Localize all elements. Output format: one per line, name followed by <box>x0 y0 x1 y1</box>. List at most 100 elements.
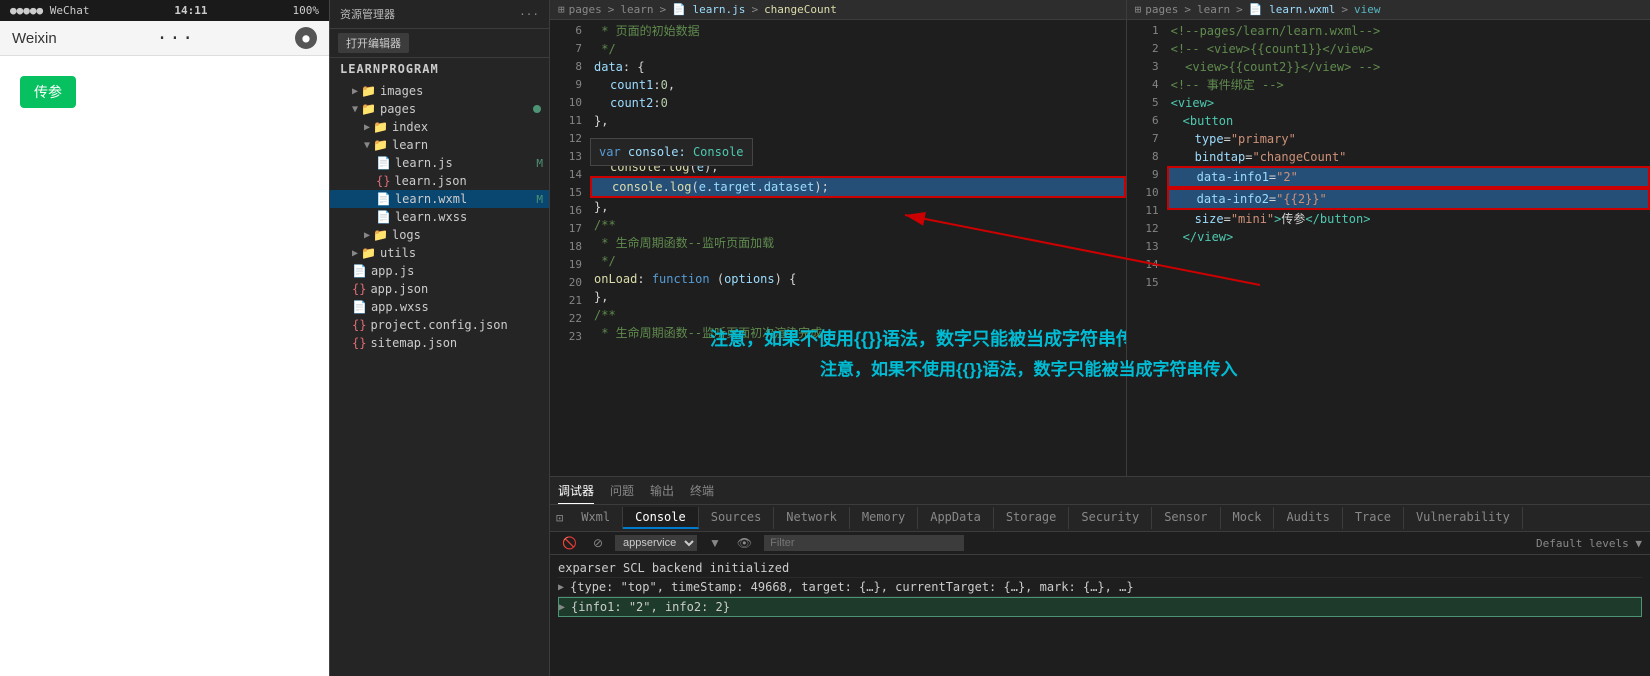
file-item[interactable]: {} app.json <box>330 280 549 298</box>
project-name: LEARNPROGRAM <box>330 58 549 78</box>
breadcrumb-item: view <box>1354 3 1381 16</box>
breadcrumb-item: learn <box>1197 3 1230 16</box>
breadcrumb-item: 📄 learn.wxml <box>1249 3 1336 16</box>
ctab-sensor[interactable]: Sensor <box>1152 507 1220 529</box>
dropdown-button[interactable]: ▼ <box>705 534 725 552</box>
file-tree: ▶ 📁 images ▼ 📁 pages ▶ 📁 index ▼ 📁 learn <box>330 78 549 356</box>
file-item[interactable]: 📄 app.wxss <box>330 298 549 316</box>
tooltip: var console: Console <box>590 138 753 166</box>
open-editor-row: 打开编辑器 <box>330 29 549 58</box>
file-item[interactable]: ▶ 📁 utils <box>330 244 549 262</box>
phone-cancan-button[interactable]: 传参 <box>20 76 76 108</box>
file-explorer: 资源管理器 ··· 打开编辑器 LEARNPROGRAM ▶ 📁 images … <box>330 0 550 676</box>
file-item[interactable]: 📄 learn.wxss <box>330 208 549 226</box>
stop-button[interactable]: ⊘ <box>589 534 607 552</box>
phone-nav-title: Weixin <box>12 30 57 47</box>
file-item[interactable]: ▼ 📁 learn <box>330 136 549 154</box>
breadcrumb-icon: ⊞ <box>558 3 565 16</box>
expand-arrow[interactable]: ▶ <box>559 602 565 613</box>
file-name: utils <box>380 246 416 260</box>
code-pane-left: ⊞ pages > learn > 📄 learn.js > changeCou… <box>550 0 1127 476</box>
bottom-panel: 调试器 问题 输出 终端 ⊡ Wxml Console Sources Netw… <box>550 476 1650 676</box>
ctab-mock[interactable]: Mock <box>1221 507 1275 529</box>
file-name: app.json <box>370 282 428 296</box>
phone-nav-bar: Weixin ··· ● <box>0 21 329 56</box>
annotation-text: 注意，如果不使用{{}}语法，数字只能被当成字符串传入 <box>710 330 1126 348</box>
default-levels[interactable]: Default levels ▼ <box>1536 537 1642 550</box>
file-name: learn.wxss <box>395 210 467 224</box>
code-text-left: * 页面的初始数据 */ data: { count1:0, count2:0 … <box>590 20 1126 476</box>
editor-layout: ⊞ pages > learn > 📄 learn.js > changeCou… <box>550 0 1650 676</box>
ctab-memory[interactable]: Memory <box>850 507 918 529</box>
explorer-title: 资源管理器 <box>340 6 395 22</box>
file-item-active[interactable]: 📄 learn.wxml M <box>330 190 549 208</box>
file-item[interactable]: 📄 learn.js M <box>330 154 549 172</box>
tab-terminal[interactable]: 终端 <box>690 478 714 503</box>
breadcrumb-icon: ⊞ <box>1135 3 1142 16</box>
phone-time: 14:11 <box>174 4 207 17</box>
filter-input[interactable] <box>764 535 964 551</box>
eye-button[interactable]: 👁 <box>733 534 756 552</box>
file-name: logs <box>392 228 421 242</box>
file-item[interactable]: {} learn.json <box>330 172 549 190</box>
breadcrumb-item: learn <box>620 3 653 16</box>
tab-debugger[interactable]: 调试器 <box>558 478 594 504</box>
explorer-dots[interactable]: ··· <box>519 8 539 21</box>
file-item[interactable]: ▼ 📁 pages <box>330 100 549 118</box>
file-item[interactable]: ▶ 📁 images <box>330 82 549 100</box>
phone-content: 传参 <box>0 56 329 676</box>
file-item[interactable]: 📄 app.js <box>330 262 549 280</box>
breadcrumb-item: changeCount <box>764 3 837 16</box>
appservice-select[interactable]: appservice <box>615 535 697 551</box>
expand-arrow[interactable]: ▶ <box>558 582 564 593</box>
ctab-storage[interactable]: Storage <box>994 507 1070 529</box>
console-line-highlighted: ▶ {info1: "2", info2: 2} <box>558 597 1642 617</box>
console-line: exparser SCL backend initialized <box>558 559 1642 578</box>
file-name: app.js <box>371 264 414 278</box>
file-name: project.config.json <box>370 318 507 332</box>
code-content-right: 1 2 3 4 5 6 7 8 9 10 11 12 13 14 <box>1127 20 1650 476</box>
phone-panel: ●●●●● WeChat 14:11 100% Weixin ··· ● 传参 <box>0 0 330 676</box>
file-item[interactable]: ▶ 📁 index <box>330 118 549 136</box>
file-badge-m: M <box>536 193 543 206</box>
file-name: sitemap.json <box>370 336 457 350</box>
ctab-security[interactable]: Security <box>1069 507 1152 529</box>
phone-status-bar: ●●●●● WeChat 14:11 100% <box>0 0 329 21</box>
ctab-trace[interactable]: Trace <box>1343 507 1404 529</box>
file-item[interactable]: {} project.config.json <box>330 316 549 334</box>
file-badge-m: M <box>536 157 543 170</box>
file-item[interactable]: ▶ 📁 logs <box>330 226 549 244</box>
breadcrumb-item: 📄 learn.js <box>672 3 745 16</box>
breadcrumb-item: pages <box>1145 3 1178 16</box>
tab-output[interactable]: 输出 <box>650 478 674 503</box>
file-name: learn.wxml <box>395 192 467 206</box>
phone-battery: 100% <box>292 4 319 17</box>
code-pane-header-right: ⊞ pages > learn > 📄 learn.wxml > view <box>1127 0 1650 20</box>
ctab-sources[interactable]: Sources <box>699 507 775 529</box>
console-text: {type: "top", timeStamp: 49668, target: … <box>570 580 1134 594</box>
phone-signal: ●●●●● WeChat <box>10 4 89 17</box>
tab-problems[interactable]: 问题 <box>610 478 634 503</box>
breadcrumb-item: pages <box>569 3 602 16</box>
ctab-network[interactable]: Network <box>774 507 850 529</box>
open-editor-button[interactable]: 打开编辑器 <box>338 33 409 53</box>
file-badge <box>533 105 541 113</box>
code-pane-header-left: ⊞ pages > learn > 📄 learn.js > changeCou… <box>550 0 1126 20</box>
console-tabs-row: ⊡ Wxml Console Sources Network Memory Ap… <box>550 505 1650 532</box>
code-text-right: <!--pages/learn/learn.wxml--> <!-- <view… <box>1167 20 1650 476</box>
console-tab-icon: ⊡ <box>550 507 569 529</box>
ctab-audits[interactable]: Audits <box>1274 507 1342 529</box>
file-name: learn <box>392 138 428 152</box>
console-content: exparser SCL backend initialized ▶ {type… <box>550 555 1650 676</box>
file-name: images <box>380 84 423 98</box>
clear-console-button[interactable]: 🚫 <box>558 534 581 552</box>
ctab-wxml[interactable]: Wxml <box>569 507 623 529</box>
ctab-console[interactable]: Console <box>623 507 699 529</box>
file-item[interactable]: {} sitemap.json <box>330 334 549 352</box>
console-text: exparser SCL backend initialized <box>558 561 789 575</box>
console-toolbar: 🚫 ⊘ appservice ▼ 👁 Default levels ▼ <box>550 532 1650 555</box>
file-name: pages <box>380 102 416 116</box>
ctab-appdata[interactable]: AppData <box>918 507 994 529</box>
ctab-vulnerability[interactable]: Vulnerability <box>1404 507 1523 529</box>
file-name: learn.js <box>395 156 453 170</box>
